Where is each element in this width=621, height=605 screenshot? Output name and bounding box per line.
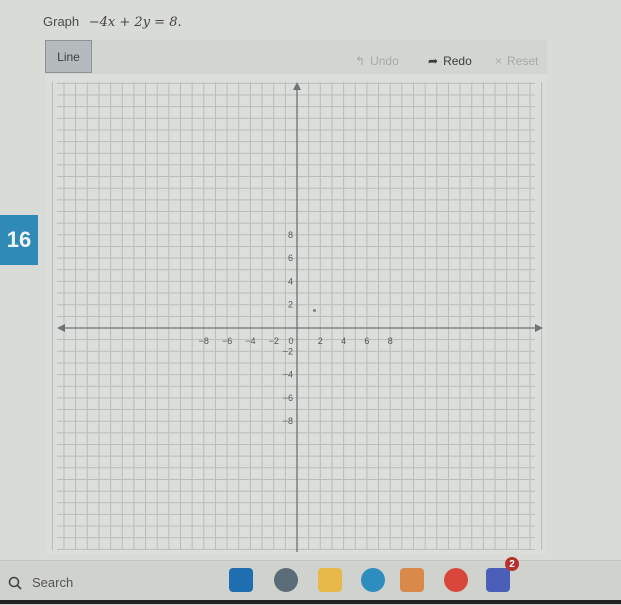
undo-button[interactable]: ↰ Undo [355, 54, 399, 68]
x-tick-label: 4 [341, 336, 346, 346]
x-tick-label: 0 [288, 336, 293, 346]
equation: −4x + 2y = 8. [88, 15, 182, 30]
y-tick-label: 6 [288, 253, 293, 263]
search-icon [8, 576, 22, 590]
redo-label: Redo [443, 54, 472, 68]
y-tick-label: −8 [283, 416, 293, 426]
file-explorer-icon[interactable] [318, 568, 342, 592]
settings-icon[interactable] [274, 568, 298, 592]
coordinate-grid[interactable]: −8 −6 −4 −2 0 2 4 6 88642−2−4−6−8 [45, 74, 547, 554]
question-number-badge: 16 [0, 215, 38, 265]
x-tick-label: −6 [222, 336, 232, 346]
x-tick-label: 2 [318, 336, 323, 346]
prompt-label: Graph [43, 14, 80, 29]
page: Graph −4x + 2y = 8. 16 Line ↰ Undo ➦ Red… [0, 0, 621, 560]
teams-icon[interactable] [486, 568, 510, 592]
reset-button[interactable]: × Reset [495, 54, 538, 68]
y-tick-label: −4 [283, 370, 293, 380]
search-label: Search [32, 575, 74, 590]
line-tool-button[interactable]: Line [45, 40, 92, 73]
y-tick-label: 8 [288, 230, 293, 240]
undo-icon: ↰ [355, 54, 366, 68]
y-tick-label: 4 [288, 276, 293, 286]
reset-label: Reset [507, 54, 539, 68]
plotted-point [312, 308, 317, 313]
question-prompt: Graph −4x + 2y = 8. [43, 14, 182, 30]
chrome-icon[interactable] [444, 568, 468, 592]
screen-bezel [0, 600, 621, 604]
media-player-icon[interactable] [400, 568, 424, 592]
x-tick-label: −8 [199, 336, 209, 346]
redo-icon: ➦ [428, 54, 439, 68]
y-tick-label: −2 [283, 346, 293, 356]
store-icon[interactable] [229, 568, 253, 592]
edge-icon[interactable] [361, 568, 385, 592]
x-tick-label: 8 [388, 336, 393, 346]
undo-label: Undo [370, 54, 399, 68]
taskbar-search[interactable]: Search [8, 575, 73, 590]
x-tick-label: −4 [245, 336, 255, 346]
redo-button[interactable]: ➦ Redo [428, 54, 472, 68]
close-icon: × [495, 54, 503, 68]
x-tick-label: −2 [269, 336, 279, 346]
taskbar: Search 2 [0, 557, 621, 605]
y-tick-label: −6 [283, 393, 293, 403]
teams-notification-badge: 2 [505, 557, 519, 571]
y-tick-label: 2 [288, 300, 293, 310]
x-tick-label: 6 [364, 336, 369, 346]
